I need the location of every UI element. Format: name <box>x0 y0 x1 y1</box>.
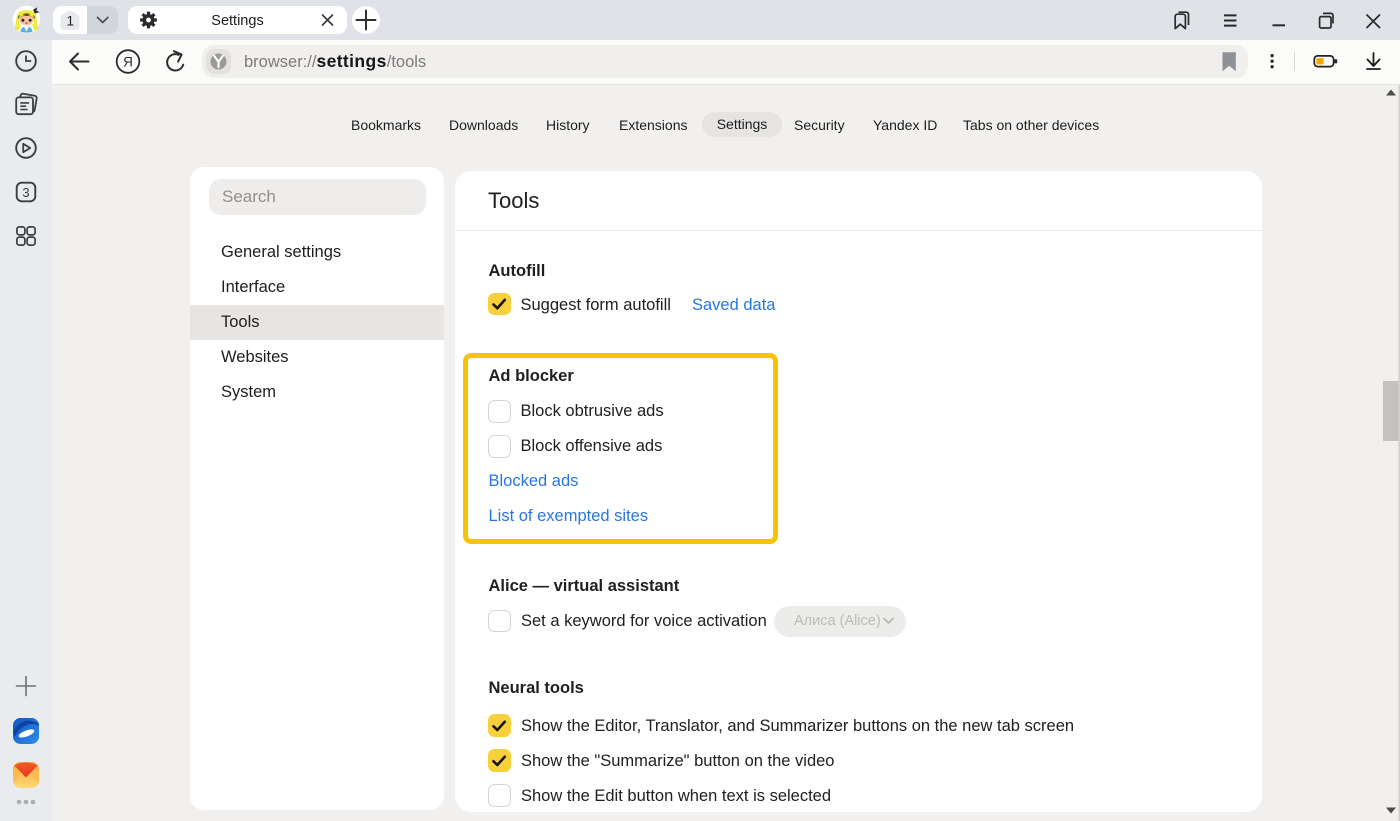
svg-text:3: 3 <box>22 185 29 200</box>
